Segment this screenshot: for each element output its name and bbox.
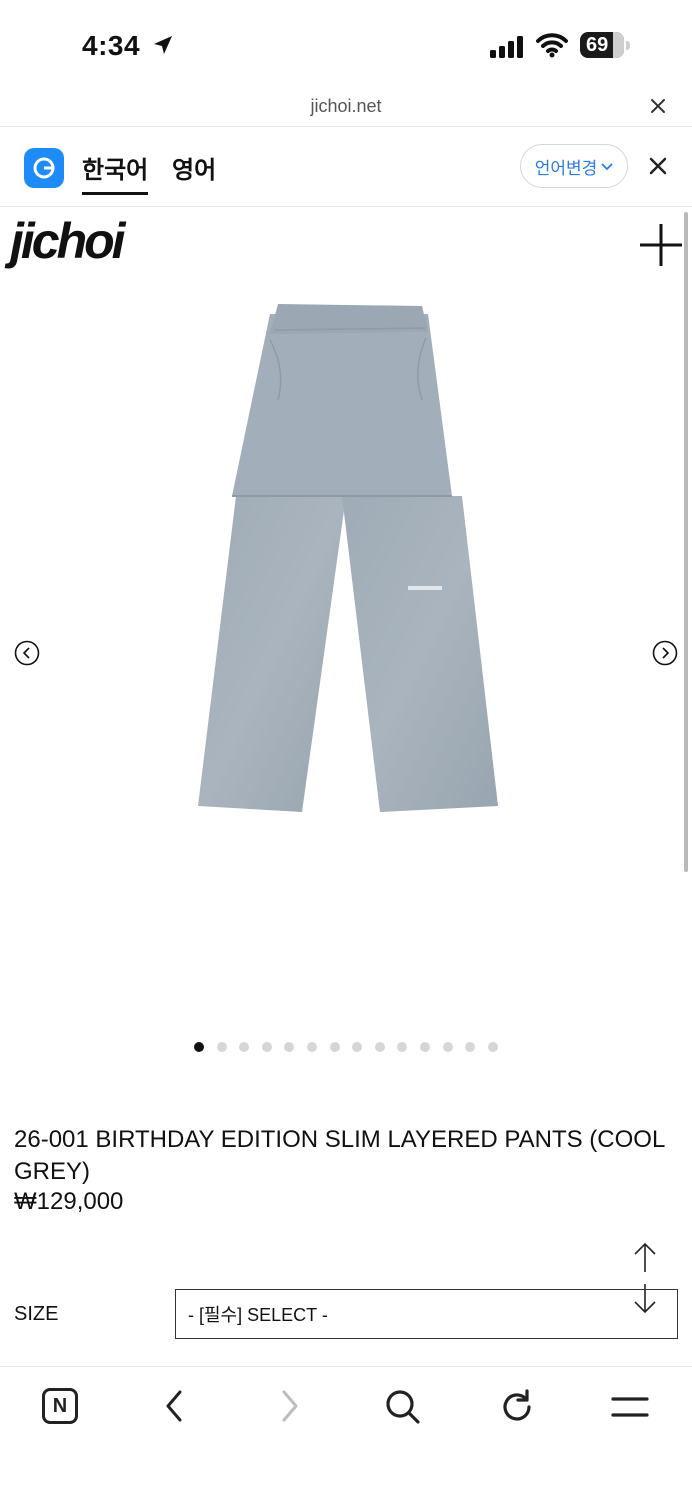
tab-english[interactable]: 영어	[172, 150, 216, 185]
n-home-button[interactable]: N	[42, 1388, 78, 1424]
carousel-dot[interactable]	[442, 1042, 453, 1052]
next-slide-icon[interactable]	[652, 640, 678, 671]
prev-slide-icon[interactable]	[14, 640, 40, 671]
language-change-label: 언어변경	[534, 158, 598, 178]
battery-icon: 69	[580, 32, 630, 60]
language-change-button[interactable]: 언어변경	[520, 144, 628, 188]
back-icon[interactable]	[160, 1388, 190, 1429]
signal-icon	[490, 36, 526, 63]
close-icon[interactable]	[648, 96, 668, 121]
menu-icon[interactable]	[610, 1394, 650, 1425]
carousel-dot[interactable]	[239, 1042, 250, 1052]
size-select[interactable]: - [필수] SELECT -	[175, 1289, 678, 1339]
n-home-icon: N	[52, 1394, 68, 1417]
carousel-pagination	[194, 1042, 498, 1052]
product-image[interactable]	[190, 300, 502, 825]
carousel-dot[interactable]	[284, 1042, 295, 1052]
active-tab-indicator	[82, 192, 148, 195]
carousel-dot[interactable]	[352, 1042, 363, 1052]
carousel-dot[interactable]	[487, 1042, 498, 1052]
carousel-dot[interactable]	[194, 1042, 204, 1052]
chevron-down-icon	[601, 156, 613, 176]
plus-icon[interactable]	[638, 222, 684, 273]
tab-korean[interactable]: 한국어	[82, 150, 148, 185]
wifi-icon	[536, 32, 568, 63]
product-name: 26-001 BIRTHDAY EDITION SLIM LAYERED PAN…	[14, 1126, 665, 1185]
divider	[0, 126, 692, 127]
url-text[interactable]: jichoi.net	[0, 96, 692, 117]
battery-level: 69	[586, 34, 609, 56]
carousel-dot[interactable]	[374, 1042, 385, 1052]
size-label: SIZE	[14, 1303, 59, 1325]
scroll-top-icon[interactable]	[632, 1242, 658, 1279]
product-price: ₩129,000	[14, 1188, 124, 1215]
translate-close-icon[interactable]	[648, 156, 668, 181]
status-time: 4:34	[82, 30, 141, 61]
forward-icon[interactable]	[274, 1388, 304, 1429]
carousel-dot[interactable]	[419, 1042, 430, 1052]
carousel-dot[interactable]	[465, 1042, 476, 1052]
divider	[0, 206, 692, 207]
divider	[0, 1366, 692, 1367]
translate-logo-icon	[24, 148, 64, 188]
location-arrow-icon	[152, 34, 174, 61]
carousel-dot[interactable]	[306, 1042, 317, 1052]
scrollbar[interactable]	[684, 212, 688, 872]
search-icon[interactable]	[384, 1388, 422, 1431]
carousel-dot[interactable]	[329, 1042, 340, 1052]
carousel-dot[interactable]	[261, 1042, 272, 1052]
carousel-dot[interactable]	[397, 1042, 408, 1052]
reload-icon[interactable]	[498, 1388, 536, 1431]
carousel-dot[interactable]	[216, 1042, 227, 1052]
site-logo[interactable]: jichoi	[10, 212, 126, 270]
